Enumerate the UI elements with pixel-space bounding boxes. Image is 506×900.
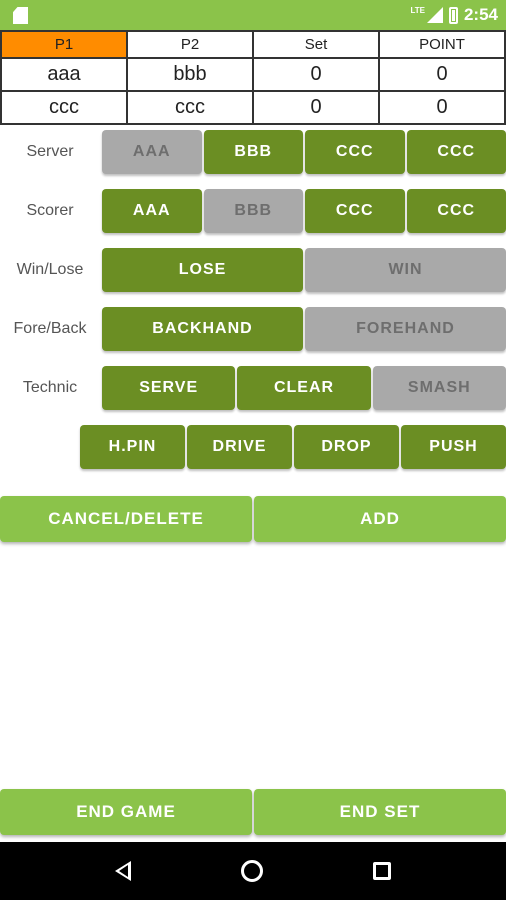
- header-point: POINT: [378, 30, 506, 59]
- score-row: aaa bbb 0 0: [0, 57, 506, 92]
- drop-button[interactable]: DROP: [294, 425, 399, 469]
- score-header-row: P1 P2 Set POINT: [0, 30, 506, 59]
- status-bar: LTE 2:54: [0, 0, 506, 30]
- score-row: ccc ccc 0 0: [0, 90, 506, 125]
- clear-button[interactable]: CLEAR: [237, 366, 371, 410]
- scorer-option-button[interactable]: BBB: [203, 189, 303, 233]
- technic-selector-row2: H.PIN DRIVE DROP PUSH: [80, 425, 506, 469]
- score-table: P1 P2 Set POINT aaa bbb 0 0 ccc ccc 0 0: [0, 30, 506, 125]
- point-cell: 0: [378, 90, 506, 125]
- server-selector: AAA BBB CCC CCC: [102, 130, 506, 174]
- cancel-delete-button[interactable]: CANCEL/DELETE: [0, 496, 252, 542]
- clock: 2:54: [463, 5, 498, 24]
- end-game-button[interactable]: END GAME: [0, 789, 252, 835]
- battery-icon: [448, 6, 458, 24]
- server-option-button[interactable]: CCC: [406, 130, 506, 174]
- forehand-button[interactable]: FOREHAND: [305, 307, 506, 351]
- player-name-cell[interactable]: ccc: [126, 90, 254, 125]
- player-name-cell[interactable]: bbb: [126, 57, 254, 92]
- network-type: LTE: [410, 6, 425, 15]
- header-set: Set: [252, 30, 380, 59]
- signal-icon: [426, 7, 443, 23]
- status-indicators: LTE 2:54: [410, 0, 498, 30]
- recent-apps-icon[interactable]: [373, 862, 391, 880]
- server-option-button[interactable]: AAA: [102, 130, 202, 174]
- sd-card-icon: [13, 7, 28, 24]
- backhand-button[interactable]: BACKHAND: [102, 307, 303, 351]
- push-button[interactable]: PUSH: [401, 425, 506, 469]
- set-cell: 0: [252, 57, 380, 92]
- edit-actions: CANCEL/DELETE ADD: [0, 496, 506, 542]
- scorer-label: Scorer: [26, 202, 74, 219]
- lose-button[interactable]: LOSE: [102, 248, 303, 292]
- scorer-option-button[interactable]: CCC: [406, 189, 506, 233]
- add-button[interactable]: ADD: [254, 496, 506, 542]
- navigation-bar: [0, 842, 506, 900]
- drive-button[interactable]: DRIVE: [187, 425, 292, 469]
- technic-selector-row1: SERVE CLEAR SMASH: [102, 366, 506, 410]
- end-set-button[interactable]: END SET: [254, 789, 506, 835]
- point-cell: 0: [378, 57, 506, 92]
- home-icon[interactable]: [241, 860, 263, 882]
- scorer-option-button[interactable]: CCC: [305, 189, 405, 233]
- fore-back-selector: BACKHAND FOREHAND: [102, 307, 506, 351]
- scorer-option-button[interactable]: AAA: [102, 189, 202, 233]
- header-p1[interactable]: P1: [0, 30, 128, 59]
- hpin-button[interactable]: H.PIN: [80, 425, 185, 469]
- player-name-cell[interactable]: ccc: [0, 90, 128, 125]
- server-option-button[interactable]: BBB: [203, 130, 303, 174]
- set-cell: 0: [252, 90, 380, 125]
- scorer-selector: AAA BBB CCC CCC: [102, 189, 506, 233]
- win-lose-label: Win/Lose: [16, 261, 84, 278]
- server-label: Server: [26, 143, 74, 160]
- serve-button[interactable]: SERVE: [102, 366, 236, 410]
- technic-label: Technic: [22, 379, 78, 396]
- fore-back-label: Fore/Back: [13, 320, 87, 337]
- player-name-cell[interactable]: aaa: [0, 57, 128, 92]
- smash-button[interactable]: SMASH: [372, 366, 506, 410]
- back-icon[interactable]: [115, 861, 131, 881]
- win-lose-selector: LOSE WIN: [102, 248, 506, 292]
- header-p2[interactable]: P2: [126, 30, 254, 59]
- server-option-button[interactable]: CCC: [305, 130, 405, 174]
- end-actions: END GAME END SET: [0, 789, 506, 835]
- win-button[interactable]: WIN: [305, 248, 506, 292]
